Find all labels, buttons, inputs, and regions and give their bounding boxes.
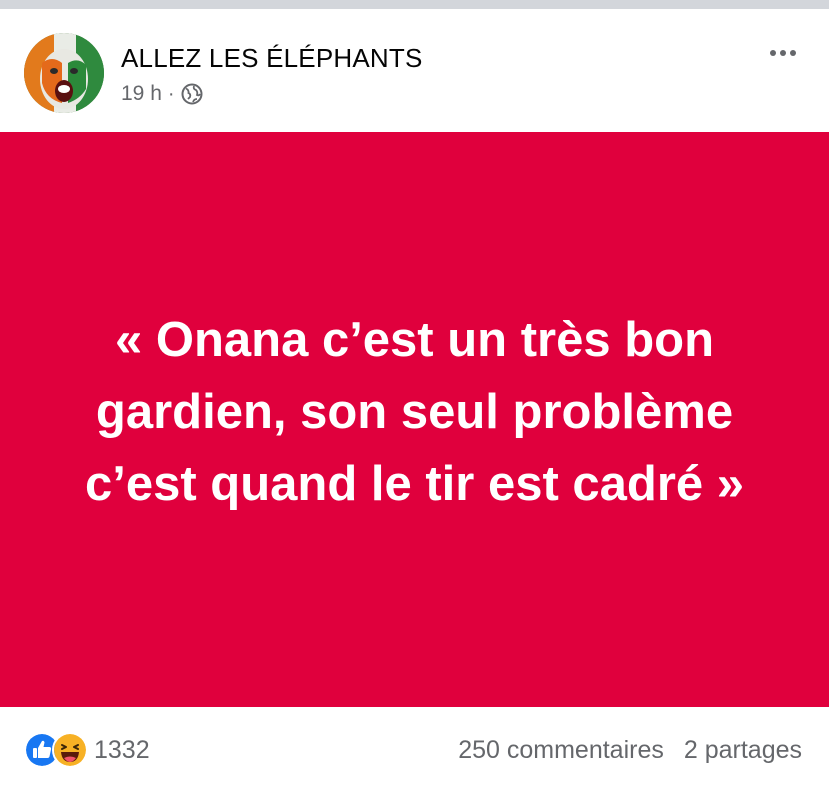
post-time[interactable]: 19 h: [121, 82, 162, 106]
page-avatar[interactable]: [24, 33, 104, 113]
more-horizontal-icon: [770, 50, 776, 56]
post-footer: 1332 250 commentaires 2 partages: [0, 707, 829, 787]
post-header: ALLEZ LES ÉLÉPHANTS 19 h ·: [0, 9, 829, 132]
shares-count-link[interactable]: 2 partages: [684, 736, 802, 765]
reaction-count: 1332: [94, 735, 150, 764]
haha-icon: [52, 732, 88, 768]
engagement-stats: 250 commentaires 2 partages: [458, 732, 802, 768]
page-name[interactable]: ALLEZ LES ÉLÉPHANTS: [121, 43, 422, 74]
more-horizontal-icon: [790, 50, 796, 56]
post-text-card[interactable]: « Onana c’est un très bon gardien, son s…: [0, 132, 829, 707]
more-options-button[interactable]: [763, 39, 803, 67]
post-meta: 19 h ·: [121, 81, 203, 107]
top-strip: [0, 0, 829, 9]
more-horizontal-icon: [780, 50, 786, 56]
globe-icon[interactable]: [181, 83, 203, 105]
avatar-image: [24, 33, 104, 113]
reactions-summary[interactable]: 1332: [24, 732, 150, 768]
meta-separator: ·: [167, 82, 175, 105]
post-quote-text: « Onana c’est un très bon gardien, son s…: [84, 312, 745, 511]
comments-count-link[interactable]: 250 commentaires: [458, 736, 664, 765]
